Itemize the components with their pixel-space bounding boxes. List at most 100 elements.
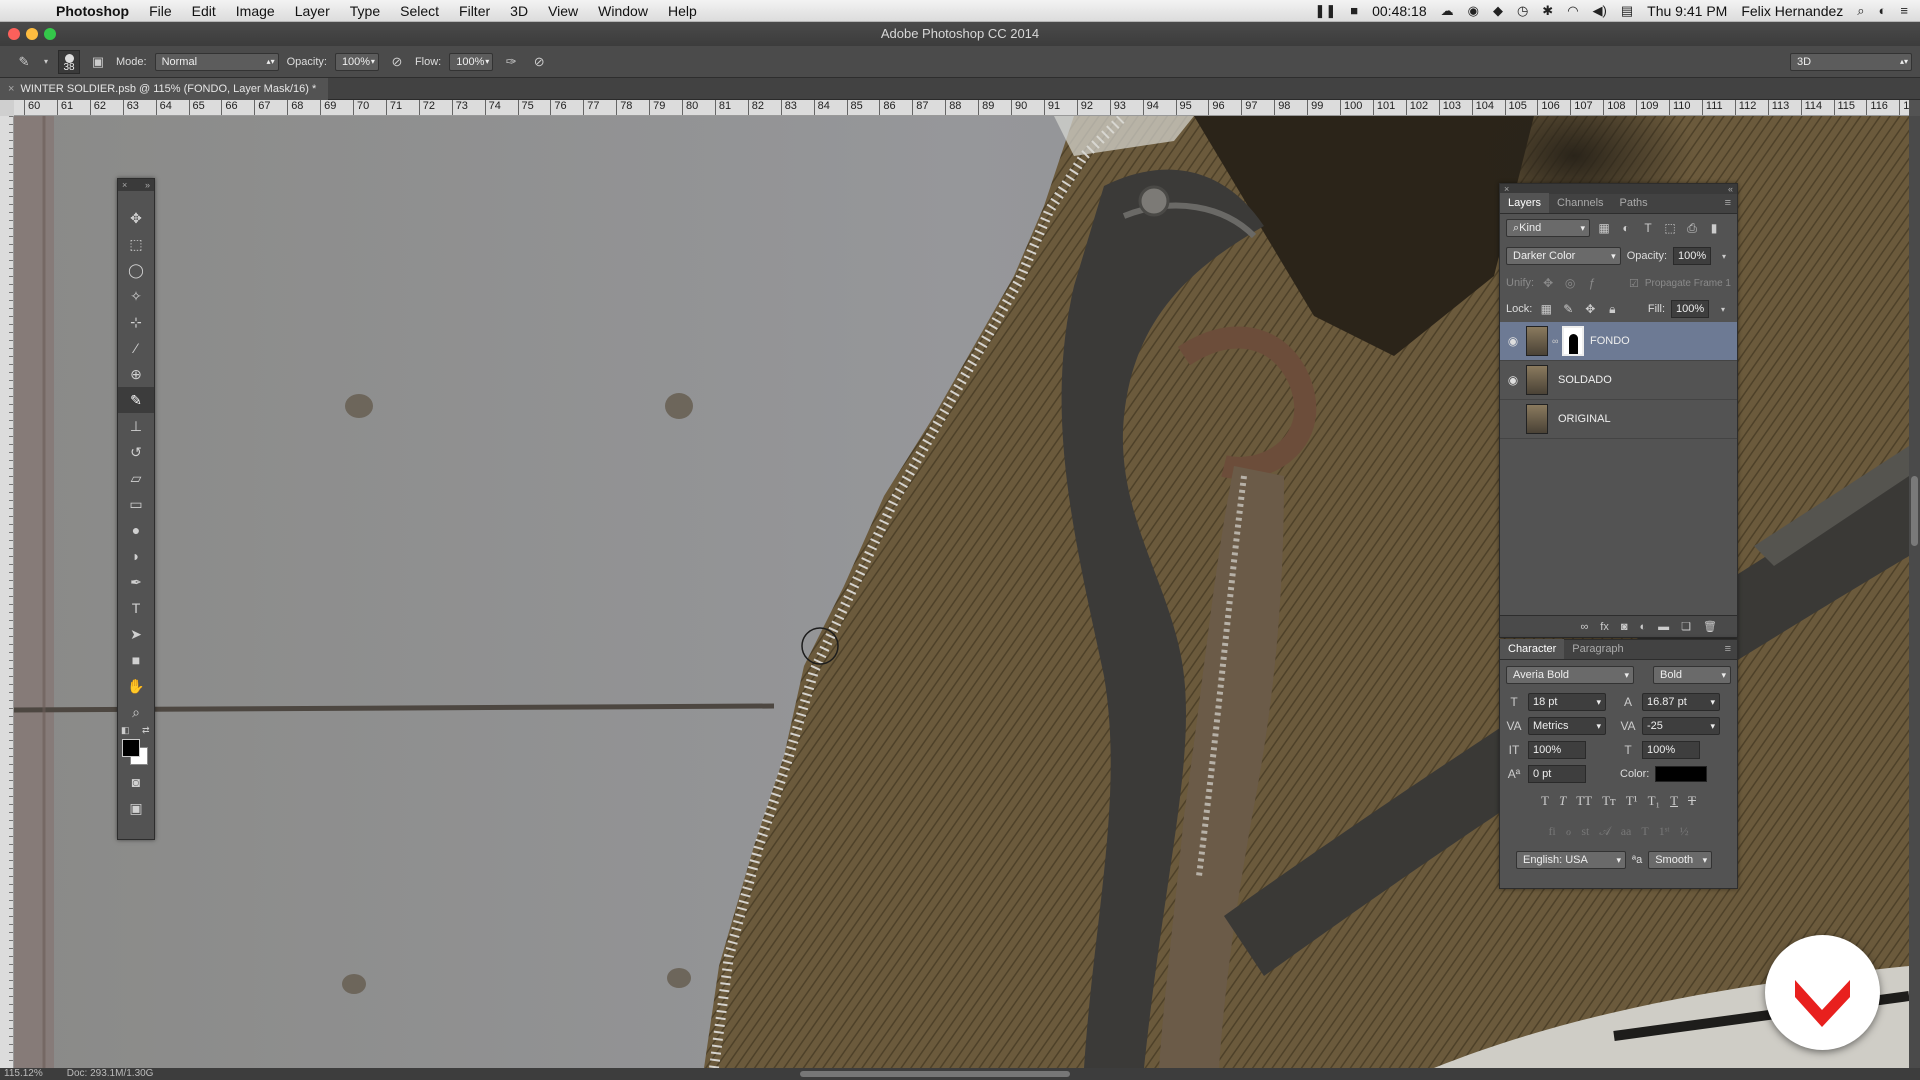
doc-size[interactable]: Doc: 293.1M/1.30G (67, 1068, 154, 1080)
contextual-alternates-icon[interactable]: ℴ (1566, 824, 1572, 839)
layer-row-soldado[interactable]: ◉ SOLDADO (1500, 361, 1737, 400)
unify-visibility-icon[interactable]: ◎ (1562, 276, 1578, 290)
spotlight-icon[interactable]: ⌕ (1857, 3, 1864, 19)
ruler-origin[interactable] (0, 100, 14, 116)
brush-tool-icon[interactable]: ✎ (118, 387, 154, 413)
menu-view[interactable]: View (538, 3, 588, 19)
ligatures-icon[interactable]: fi (1548, 824, 1555, 839)
vertical-ruler[interactable] (0, 116, 14, 1068)
fractions-icon[interactable]: ½ (1680, 824, 1689, 839)
menu-select[interactable]: Select (390, 3, 449, 19)
magic-wand-tool-icon[interactable]: ✧ (118, 283, 154, 309)
add-layer-style-icon[interactable]: fx (1600, 621, 1609, 633)
visibility-empty-icon[interactable]: ◉ (1500, 412, 1526, 426)
unify-position-icon[interactable]: ✥ (1540, 276, 1556, 290)
close-window-button[interactable] (8, 28, 20, 40)
layer-opacity-field[interactable]: 100% (1673, 247, 1712, 265)
superscript-icon[interactable]: T¹ (1626, 793, 1638, 809)
healing-brush-tool-icon[interactable]: ⊕ (118, 361, 154, 387)
filter-type-icon[interactable]: T (1640, 221, 1656, 235)
faux-italic-icon[interactable]: T (1559, 793, 1566, 809)
default-colors-icon[interactable]: ◧ (121, 725, 130, 736)
layer-thumbnail[interactable] (1526, 404, 1548, 434)
brush-size-preview[interactable]: 38 (58, 49, 80, 74)
menu-app[interactable]: Photoshop (46, 3, 139, 19)
filter-adjustment-icon[interactable]: ◐ (1618, 221, 1634, 235)
horizontal-scale-field[interactable]: 100% (1642, 741, 1700, 759)
visibility-eye-icon[interactable]: ◉ (1500, 373, 1526, 387)
filter-pixel-icon[interactable]: ▦ (1596, 221, 1612, 235)
layers-panel-menu-icon[interactable]: ≡ (1725, 193, 1737, 213)
layer-mask-thumbnail[interactable] (1562, 326, 1584, 356)
text-color-swatch[interactable] (1655, 766, 1708, 782)
flow-dropdown[interactable]: 100% ▾ (449, 52, 494, 71)
gradient-tool-icon[interactable]: ▭ (118, 491, 154, 517)
filter-toggle-icon[interactable]: ▮ (1706, 221, 1722, 235)
blend-mode-dropdown[interactable]: Darker Color (1506, 247, 1621, 265)
wifi-icon[interactable]: ◠ (1567, 3, 1578, 19)
fill-field[interactable]: 100% (1671, 300, 1709, 318)
add-mask-icon[interactable]: ◙ (1621, 621, 1628, 633)
scroll-thumb[interactable] (1911, 476, 1918, 546)
blur-tool-icon[interactable]: ● (118, 517, 154, 543)
document-tab[interactable]: × WINTER SOLDIER.psb @ 115% (FONDO, Layer… (0, 78, 329, 100)
menu-filter[interactable]: Filter (449, 3, 500, 19)
stylistic-alternates-icon[interactable]: aa (1621, 824, 1632, 839)
user-name[interactable]: Felix Hernandez (1741, 3, 1843, 19)
kerning-field[interactable]: Metrics (1528, 717, 1606, 735)
zoom-tool-icon[interactable]: ⌕ (118, 699, 154, 725)
delete-layer-icon[interactable]: 🗑︎ (1703, 620, 1717, 633)
new-layer-icon[interactable]: ❏ (1681, 620, 1691, 633)
tab-character[interactable]: Character (1500, 639, 1565, 659)
subscript-icon[interactable]: T₁ (1648, 793, 1660, 809)
layer-row-original[interactable]: ◉ ORIGINAL (1500, 400, 1737, 439)
layer-name[interactable]: ORIGINAL (1558, 413, 1611, 425)
screen-mode-icon[interactable]: ▣ (118, 795, 154, 821)
character-panel-menu-icon[interactable]: ≡ (1725, 639, 1737, 659)
dropbox-icon[interactable]: ◆ (1493, 3, 1503, 19)
swap-colors-icon[interactable]: ⇄ (142, 725, 150, 736)
fill-caret[interactable]: ▾ (1715, 305, 1731, 314)
siri-icon[interactable]: ◐ (1879, 3, 1887, 18)
menu-clock[interactable]: Thu 9:41 PM (1647, 3, 1727, 19)
time-machine-icon[interactable]: ◷ (1517, 3, 1528, 19)
swash-icon[interactable]: 𝒜 (1599, 824, 1610, 839)
tab-layers[interactable]: Layers (1500, 193, 1550, 213)
menu-type[interactable]: Type (340, 3, 390, 19)
vertical-scrollbar[interactable] (1909, 116, 1920, 1068)
menu-window[interactable]: Window (588, 3, 658, 19)
zoom-level[interactable]: 115.12% (4, 1068, 43, 1080)
strikethrough-icon[interactable]: T (1688, 793, 1696, 809)
vertical-scale-field[interactable]: 100% (1528, 741, 1586, 759)
baseline-shift-field[interactable]: 0 pt (1528, 765, 1586, 783)
link-layers-icon[interactable]: ∞ (1580, 621, 1588, 633)
pressure-opacity-icon[interactable]: ⊘ (387, 53, 407, 71)
mode-dropdown[interactable]: Normal ▴▾ (154, 52, 279, 71)
menu-help[interactable]: Help (658, 3, 707, 19)
layer-name[interactable]: FONDO (1590, 335, 1630, 347)
workspace-dropdown[interactable]: 3D ▴▾ (1790, 53, 1912, 71)
foreground-color-swatch[interactable] (122, 739, 140, 757)
path-selection-tool-icon[interactable]: ➤ (118, 621, 154, 647)
antialias-dropdown[interactable]: Smooth (1648, 851, 1713, 869)
underline-icon[interactable]: T (1670, 793, 1678, 809)
filter-smart-object-icon[interactable]: ⎙ (1684, 221, 1700, 236)
layer-thumbnail[interactable] (1526, 326, 1548, 356)
discretionary-ligatures-icon[interactable]: st (1581, 824, 1589, 839)
opacity-dropdown[interactable]: 100% ▾ (334, 52, 379, 71)
all-caps-icon[interactable]: TT (1576, 793, 1592, 809)
titling-alternates-icon[interactable]: T (1641, 824, 1648, 839)
filter-shape-icon[interactable]: ⬚ (1662, 221, 1678, 235)
tracking-field[interactable]: -25 (1642, 717, 1720, 735)
pressure-size-icon[interactable]: ⊘ (529, 53, 549, 71)
volume-icon[interactable]: ◀) (1593, 3, 1607, 19)
tab-paragraph[interactable]: Paragraph (1564, 639, 1631, 659)
history-brush-tool-icon[interactable]: ↺ (118, 439, 154, 465)
leading-field[interactable]: 16.87 pt (1642, 693, 1720, 711)
zoom-window-button[interactable] (44, 28, 56, 40)
minimize-window-button[interactable] (26, 28, 38, 40)
lock-position-icon[interactable]: ✥ (1582, 302, 1598, 316)
menu-edit[interactable]: Edit (182, 3, 226, 19)
horizontal-ruler[interactable]: 60 61 62 63 64 65 66 67 68 69 70 71 72 73 74 75 76 77 78 79… (14, 100, 1909, 116)
tab-paths[interactable]: Paths (1612, 193, 1656, 213)
